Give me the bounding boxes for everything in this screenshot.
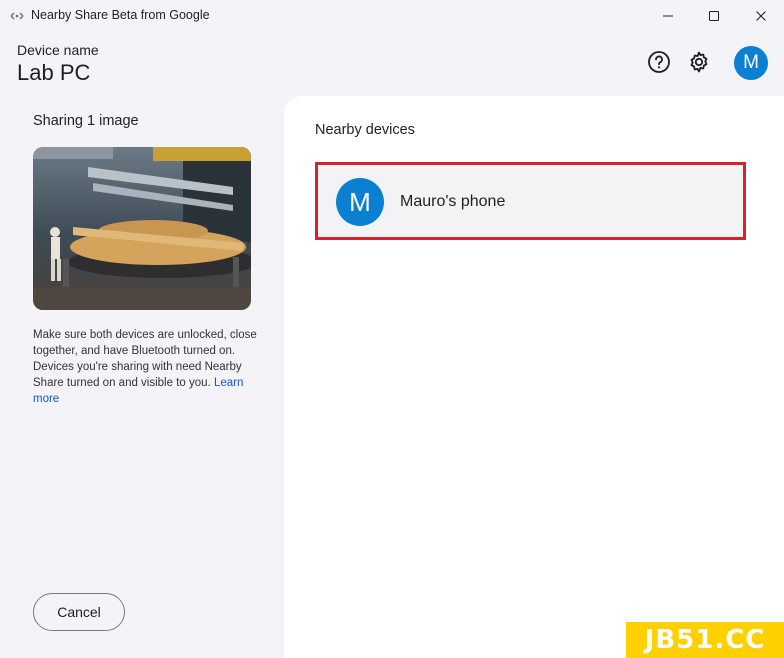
sharing-title: Sharing 1 image [33,113,139,129]
title-bar: Nearby Share Beta from Google [0,0,784,32]
window-title: Nearby Share Beta from Google [31,8,210,22]
gear-icon [690,51,708,73]
sharing-panel: Sharing 1 image Make sure both devices a… [0,96,284,658]
shared-image-preview [33,147,251,310]
account-avatar[interactable]: M [734,46,768,80]
settings-button[interactable] [686,49,712,75]
close-button[interactable] [738,0,784,32]
help-icon [648,51,670,73]
device-name-label: Device name [17,42,99,58]
minimize-button[interactable] [645,0,691,32]
watermark-badge: JB51.CC [626,622,784,658]
close-icon [756,11,766,21]
nearby-devices-panel: Nearby devices M Mauro's phone [284,96,784,658]
device-name-value: Lab PC [17,60,91,85]
help-button[interactable] [646,49,672,75]
device-name: Mauro's phone [400,193,506,210]
nearby-share-app-icon [10,9,24,21]
device-avatar: M [336,178,384,226]
device-card-maurophone[interactable]: M Mauro's phone [315,162,746,240]
maximize-button[interactable] [691,0,737,32]
sharing-hint: Make sure both devices are unlocked, clo… [33,327,258,407]
nearby-devices-title: Nearby devices [315,122,415,138]
maximize-icon [709,11,719,21]
cancel-button[interactable]: Cancel [33,593,125,631]
minimize-icon [663,15,673,17]
